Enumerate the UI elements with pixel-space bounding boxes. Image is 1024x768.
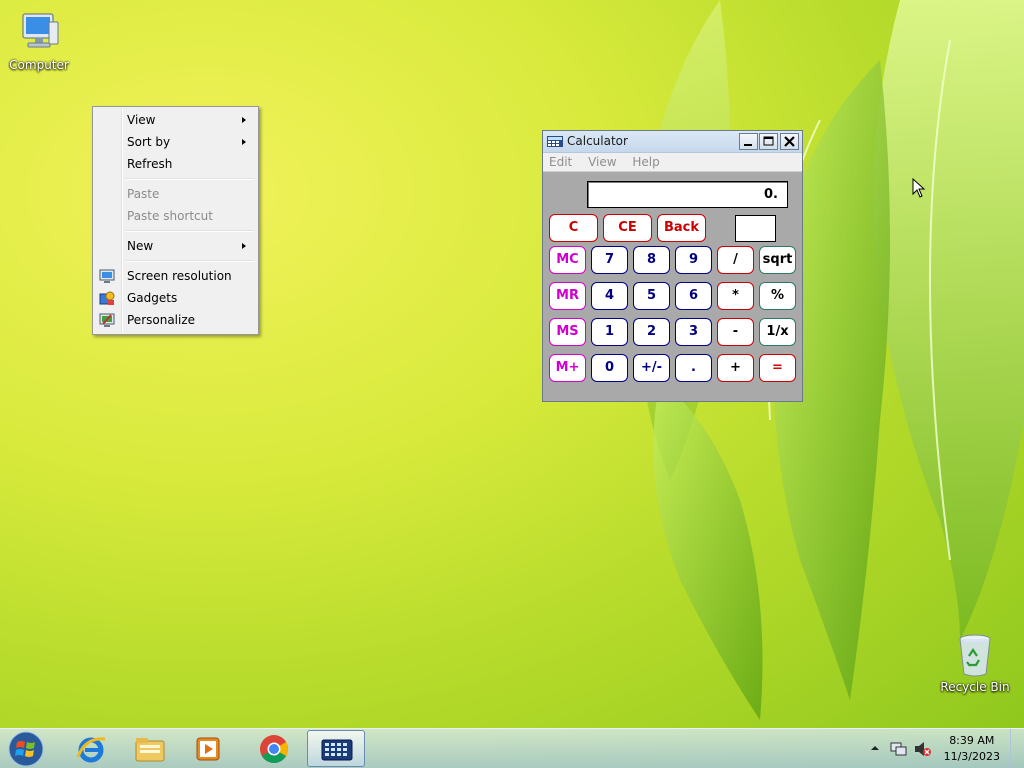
maximize-icon [763,136,774,146]
menu-item-personalize[interactable]: Personalize [95,309,256,331]
multiply-button[interactable]: * [717,282,754,310]
menu-item-refresh[interactable]: Refresh [95,153,256,175]
network-icon[interactable] [890,741,908,757]
clear-button[interactable]: C [549,214,598,242]
menu-item-new[interactable]: New [95,235,256,257]
clock-date: 11/3/2023 [943,750,1000,763]
submenu-arrow-icon [242,139,246,145]
digit-9-button[interactable]: 9 [675,246,712,274]
monitor-icon [99,269,115,283]
menu-item-view[interactable]: View [95,109,256,131]
gadgets-icon [99,291,115,305]
taskbar-clock[interactable]: 8:39 AM 11/3/2023 [944,733,1000,765]
menu-item-label: Refresh [127,157,173,171]
reciprocal-button[interactable]: 1/x [759,318,796,346]
computer-icon [15,8,63,56]
windows-explorer-icon [135,738,165,762]
taskbar-chrome[interactable] [245,730,303,767]
calculator-menu-bar: Edit View Help [543,153,802,172]
menu-item-label: Gadgets [127,291,178,305]
add-button[interactable]: + [717,354,754,382]
digit-6-button[interactable]: 6 [675,282,712,310]
taskbar-media-player[interactable] [180,730,238,767]
digit-3-button[interactable]: 3 [675,318,712,346]
media-player-icon [196,737,220,761]
menu-item-label: Sort by [127,135,171,149]
taskbar-calculator[interactable] [307,730,365,767]
close-icon [784,136,795,147]
submenu-arrow-icon [242,117,246,123]
digit-4-button[interactable]: 4 [591,282,628,310]
menu-item-label: Paste [127,187,160,201]
clock-time: 8:39 AM [949,734,995,747]
menu-item-label: New [127,239,154,253]
menu-item-label: Screen resolution [127,269,232,283]
menu-item-paste: Paste [95,183,256,205]
sign-toggle-button[interactable]: +/- [633,354,670,382]
submenu-arrow-icon [242,243,246,249]
calculator-display: 0. [587,181,788,208]
menu-separator [95,175,256,183]
desktop-icon-recycle-bin[interactable]: Recycle Bin [937,630,1013,694]
menu-separator [95,227,256,235]
windows-start-icon [8,731,44,767]
digit-0-button[interactable]: 0 [591,354,628,382]
desktop-icon-computer[interactable]: Computer [1,8,77,72]
memory-add-button[interactable]: M+ [549,354,586,382]
memory-indicator [735,215,776,242]
desktop-icon-label: Recycle Bin [940,680,1010,694]
menu-item-label: Paste shortcut [127,209,213,223]
volume-muted-icon[interactable] [914,741,932,757]
calculator-window: Calculator Edit View Help 0. C CE Back M… [542,130,803,402]
digit-8-button[interactable]: 8 [633,246,670,274]
memory-store-button[interactable]: MS [549,318,586,346]
taskbar-windows-explorer[interactable] [121,730,179,767]
percent-button[interactable]: % [759,282,796,310]
equals-button[interactable]: = [759,354,796,382]
menu-help[interactable]: Help [626,153,665,171]
subtract-button[interactable]: - [717,318,754,346]
memory-clear-button[interactable]: MC [549,246,586,274]
recycle-bin-icon [951,630,999,678]
menu-item-gadgets[interactable]: Gadgets [95,287,256,309]
menu-view[interactable]: View [582,153,622,171]
menu-item-label: View [127,113,156,127]
mouse-cursor-icon [912,178,926,198]
menu-item-paste-shortcut: Paste shortcut [95,205,256,227]
divide-button[interactable]: / [717,246,754,274]
internet-explorer-icon [76,737,106,763]
digit-2-button[interactable]: 2 [633,318,670,346]
calculator-app-icon [547,136,563,147]
taskbar: 8:39 AM 11/3/2023 [0,728,1024,768]
personalize-icon [99,313,115,327]
digit-7-button[interactable]: 7 [591,246,628,274]
desktop-context-menu: View Sort by Refresh Paste Paste shortcu… [92,106,259,335]
digit-1-button[interactable]: 1 [591,318,628,346]
calculator-title-bar[interactable]: Calculator [543,131,802,153]
backspace-button[interactable]: Back [657,214,706,242]
window-title: Calculator [567,134,628,148]
menu-separator [95,257,256,265]
show-desktop-button[interactable] [1010,729,1024,768]
clear-entry-button[interactable]: CE [603,214,652,242]
start-button[interactable] [6,730,46,768]
menu-item-label: Personalize [127,313,196,327]
menu-edit[interactable]: Edit [543,153,578,171]
menu-item-screen-resolution[interactable]: Screen resolution [95,265,256,287]
memory-recall-button[interactable]: MR [549,282,586,310]
taskbar-internet-explorer[interactable] [62,730,120,767]
desktop-icon-label: Computer [9,58,69,72]
show-hidden-icons-icon[interactable] [870,743,880,753]
menu-item-sort-by[interactable]: Sort by [95,131,256,153]
minimize-button[interactable] [739,133,758,150]
system-tray: 8:39 AM 11/3/2023 [866,729,1024,768]
minimize-icon [744,144,752,146]
close-button[interactable] [780,133,799,150]
chrome-icon [260,735,288,763]
decimal-point-button[interactable]: . [675,354,712,382]
maximize-button[interactable] [759,133,778,150]
calculator-icon [321,739,353,761]
sqrt-button[interactable]: sqrt [759,246,796,274]
digit-5-button[interactable]: 5 [633,282,670,310]
